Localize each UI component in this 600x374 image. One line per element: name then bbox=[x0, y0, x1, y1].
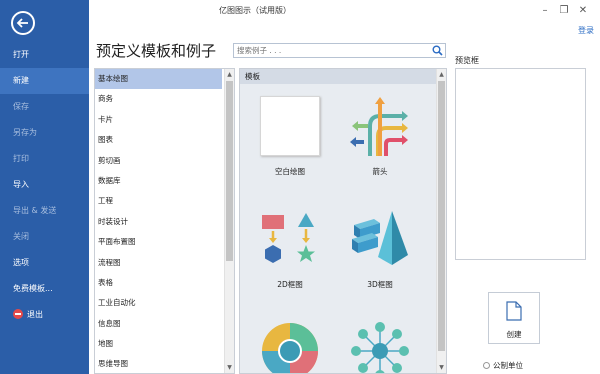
template-network-diagram[interactable] bbox=[345, 321, 415, 373]
template-circle-diagram[interactable] bbox=[255, 321, 325, 373]
menu-item-exit[interactable]: 退出 bbox=[0, 302, 89, 328]
category-item[interactable]: 剪切画 bbox=[95, 151, 222, 171]
create-button[interactable]: 创建 bbox=[488, 292, 540, 344]
category-item[interactable]: 商务 bbox=[95, 89, 222, 109]
3d-shapes-icon bbox=[352, 211, 408, 265]
page-title: 预定义模板和例子 bbox=[96, 42, 217, 60]
category-list: 基本绘图 商务 卡片 图表 剪切画 数据库 工程 时装设计 平面布置图 流程图 … bbox=[94, 68, 235, 374]
category-item[interactable]: 基本绘图 bbox=[95, 69, 222, 90]
menu-item-close[interactable]: 关闭 bbox=[0, 224, 89, 250]
menu-item-print[interactable]: 打印 bbox=[0, 146, 89, 172]
back-button[interactable] bbox=[11, 11, 35, 35]
category-item[interactable]: 平面布置图 bbox=[95, 232, 222, 252]
template-label: 空白绘图 bbox=[275, 167, 305, 176]
menu-item-import[interactable]: 导入 bbox=[0, 172, 89, 198]
search-input[interactable] bbox=[237, 45, 427, 56]
menu-item-label: 关闭 bbox=[13, 232, 29, 241]
exit-icon bbox=[13, 308, 23, 319]
window-title: 亿图图示（试用版） bbox=[219, 6, 291, 15]
category-item[interactable]: 思维导图 bbox=[95, 354, 222, 373]
menu-item-options[interactable]: 选项 bbox=[0, 250, 89, 276]
network-diagram-icon bbox=[351, 322, 409, 373]
2d-shapes-icon bbox=[262, 213, 315, 263]
menu-item-label: 导入 bbox=[13, 180, 29, 189]
scroll-up-icon[interactable]: ▲ bbox=[225, 70, 234, 79]
preview-label: 预览框 bbox=[455, 56, 479, 65]
restore-button[interactable]: ❐ bbox=[557, 4, 571, 18]
template-arrows[interactable]: 箭头 bbox=[345, 96, 415, 181]
category-item[interactable]: 流程图 bbox=[95, 253, 222, 273]
scroll-down-icon[interactable]: ▼ bbox=[225, 363, 234, 372]
template-2d-shapes[interactable]: 2D框图 bbox=[255, 209, 325, 294]
category-item[interactable]: 工业自动化 bbox=[95, 293, 222, 313]
login-link[interactable]: 登录 bbox=[578, 25, 594, 36]
category-item[interactable]: 图表 bbox=[95, 130, 222, 150]
scroll-thumb[interactable] bbox=[438, 81, 445, 351]
search-icon[interactable] bbox=[432, 45, 443, 56]
create-label: 创建 bbox=[506, 330, 522, 339]
category-item[interactable]: 工程 bbox=[95, 191, 222, 211]
category-item[interactable]: 数据库 bbox=[95, 171, 222, 191]
template-label: 2D框图 bbox=[277, 280, 303, 289]
new-document-icon bbox=[506, 301, 522, 321]
search-box bbox=[233, 43, 446, 58]
preview-pane bbox=[455, 68, 586, 260]
menu-item-save[interactable]: 保存 bbox=[0, 94, 89, 120]
arrow-left-icon bbox=[16, 18, 28, 28]
category-item[interactable]: 表格 bbox=[95, 273, 222, 293]
template-label: 3D框图 bbox=[367, 280, 393, 289]
file-menu: 打开 新建 保存 另存为 打印 导入 导出 & 发送 关闭 选项 免费模板...… bbox=[0, 42, 89, 328]
category-item[interactable]: 地图 bbox=[95, 334, 222, 354]
menu-item-label: 新建 bbox=[13, 76, 29, 85]
menu-item-label: 打印 bbox=[13, 154, 29, 163]
template-blank[interactable]: 空白绘图 bbox=[255, 96, 325, 181]
template-section-header: 模板 bbox=[240, 69, 436, 84]
template-scrollbar[interactable]: ▲ ▼ bbox=[436, 69, 446, 373]
radio-button[interactable] bbox=[483, 361, 490, 369]
category-item[interactable]: 信息图 bbox=[95, 314, 222, 334]
menu-item-open[interactable]: 打开 bbox=[0, 42, 89, 68]
menu-item-label: 另存为 bbox=[13, 128, 37, 137]
menu-item-label: 导出 & 发送 bbox=[13, 206, 57, 215]
scroll-down-icon[interactable]: ▼ bbox=[437, 363, 446, 372]
title-bar: 亿图图示（试用版） – ❐ ✕ bbox=[89, 0, 600, 22]
arrows-icon bbox=[350, 97, 408, 156]
scroll-thumb[interactable] bbox=[226, 81, 233, 261]
file-menu-sidebar: 打开 新建 保存 另存为 打印 导入 导出 & 发送 关闭 选项 免费模板...… bbox=[0, 0, 89, 374]
close-button[interactable]: ✕ bbox=[576, 4, 590, 18]
menu-item-label: 打开 bbox=[13, 50, 29, 59]
category-item[interactable]: 卡片 bbox=[95, 110, 222, 130]
menu-item-export-send[interactable]: 导出 & 发送 bbox=[0, 198, 89, 224]
menu-item-label: 免费模板... bbox=[13, 284, 53, 293]
menu-item-label: 退出 bbox=[27, 310, 43, 319]
menu-item-new[interactable]: 新建 bbox=[0, 68, 89, 94]
category-scrollbar[interactable]: ▲ ▼ bbox=[224, 69, 234, 373]
category-item[interactable]: 时装设计 bbox=[95, 212, 222, 232]
minimize-button[interactable]: – bbox=[538, 4, 552, 18]
scroll-up-icon[interactable]: ▲ bbox=[437, 70, 446, 79]
menu-item-label: 选项 bbox=[13, 258, 29, 267]
menu-item-free-templates[interactable]: 免费模板... bbox=[0, 276, 89, 302]
blank-page-icon bbox=[260, 96, 320, 156]
unit-label: 公制单位 bbox=[493, 361, 523, 370]
menu-item-save-as[interactable]: 另存为 bbox=[0, 120, 89, 146]
template-panel: 模板 空白绘图 箭头 2D框图 3D框图 ▲ ▼ bbox=[239, 68, 447, 374]
metric-unit-option[interactable]: 公制单位 bbox=[483, 360, 523, 371]
circle-diagram-icon bbox=[262, 323, 318, 373]
menu-item-label: 保存 bbox=[13, 102, 29, 111]
template-label: 箭头 bbox=[372, 167, 388, 176]
template-3d-shapes[interactable]: 3D框图 bbox=[345, 209, 415, 294]
